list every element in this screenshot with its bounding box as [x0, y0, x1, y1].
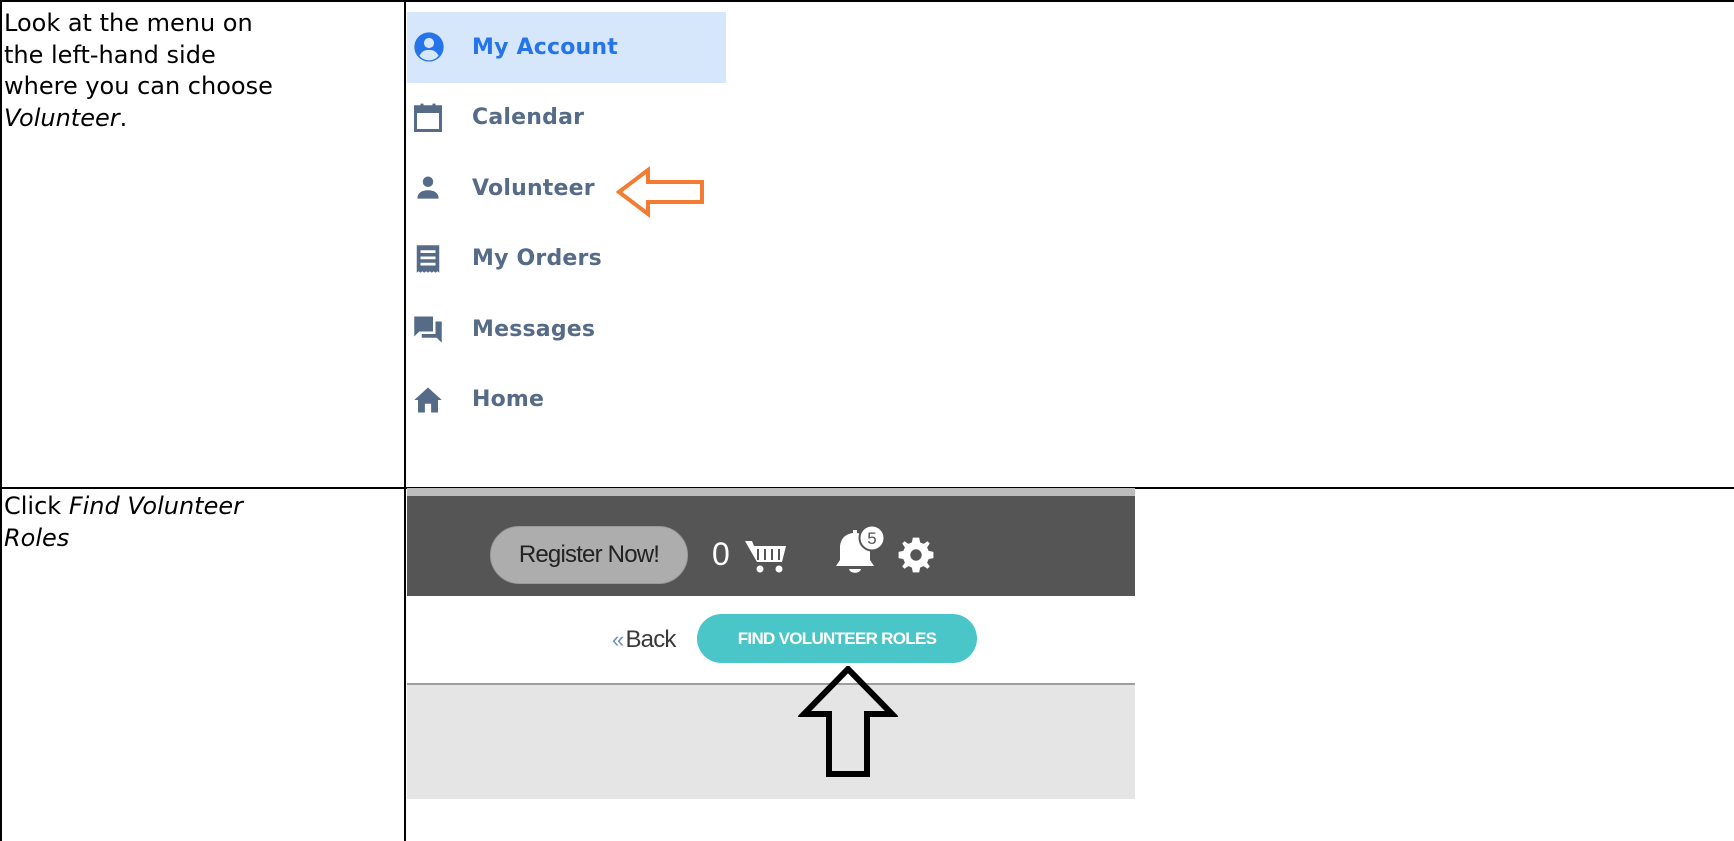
table-border-left — [0, 0, 2, 841]
instruction-emphasis: Volunteer — [4, 103, 120, 132]
content-area — [407, 685, 1135, 799]
black-arrow-icon — [798, 666, 898, 777]
menu-item-label: Volunteer — [472, 175, 595, 201]
account-circle-icon — [414, 32, 444, 62]
gear-icon[interactable] — [897, 536, 935, 574]
instruction-line: Roles — [4, 523, 243, 555]
register-now-button[interactable]: Register Now! — [490, 526, 688, 584]
bell-icon[interactable]: 5 — [830, 522, 890, 584]
instruction-line: where you can choose — [4, 72, 273, 100]
menu-item-label: Calendar — [472, 105, 585, 131]
instruction-line: Look at the menu on — [4, 9, 253, 37]
home-icon — [414, 387, 442, 413]
instruction-tail: . — [119, 103, 128, 132]
instruction-line: Volunteer. — [4, 103, 273, 135]
menu-item-home[interactable]: Home — [407, 365, 727, 436]
site-header-bar: Register Now! 0 5 — [407, 496, 1135, 596]
menu-item-label: Home — [472, 387, 545, 413]
calendar-icon — [414, 103, 442, 132]
menu-item-label: My Account — [472, 34, 618, 60]
instruction-prefix: Click — [4, 492, 69, 520]
cart-count: 0 — [712, 536, 730, 572]
person-icon — [417, 176, 439, 199]
menu-item-label: Messages — [472, 316, 596, 342]
account-menu: My Account Calendar Volunteer My Orders … — [407, 12, 727, 435]
menu-item-label: My Orders — [472, 246, 602, 272]
table-border-top — [0, 0, 1734, 2]
instruction-emphasis: Roles — [4, 523, 70, 552]
back-link[interactable]: «Back — [612, 626, 676, 654]
menu-item-calendar[interactable]: Calendar — [407, 83, 727, 154]
receipt-icon — [416, 245, 440, 273]
back-chevron-icon: « — [612, 627, 624, 652]
instruction-table: Look at the menu on the left-hand side w… — [0, 0, 1734, 841]
chat-bubbles-icon — [414, 316, 442, 343]
back-label: Back — [625, 626, 676, 653]
screenshot-top-strip — [407, 488, 1135, 496]
embedded-screenshot: Register Now! 0 5 «Back FIND VOLUNTEER R… — [407, 488, 1135, 799]
instruction-emphasis: Find Volunteer — [68, 492, 243, 520]
instruction-text-row2: Click Find Volunteer Roles — [4, 491, 243, 554]
instruction-line: the left-hand side — [4, 40, 216, 69]
orange-arrow-icon — [616, 166, 704, 218]
find-volunteer-roles-button[interactable]: FIND VOLUNTEER ROLES — [697, 614, 977, 663]
menu-item-messages[interactable]: Messages — [407, 294, 727, 365]
cart-icon[interactable] — [744, 536, 788, 574]
table-column-divider — [404, 0, 406, 841]
instruction-text-row1: Look at the menu on the left-hand side w… — [4, 8, 273, 134]
menu-item-my-orders[interactable]: My Orders — [407, 224, 727, 295]
menu-item-my-account[interactable]: My Account — [407, 12, 726, 83]
instruction-line: Click Find Volunteer — [4, 491, 243, 523]
notification-count: 5 — [867, 529, 876, 548]
